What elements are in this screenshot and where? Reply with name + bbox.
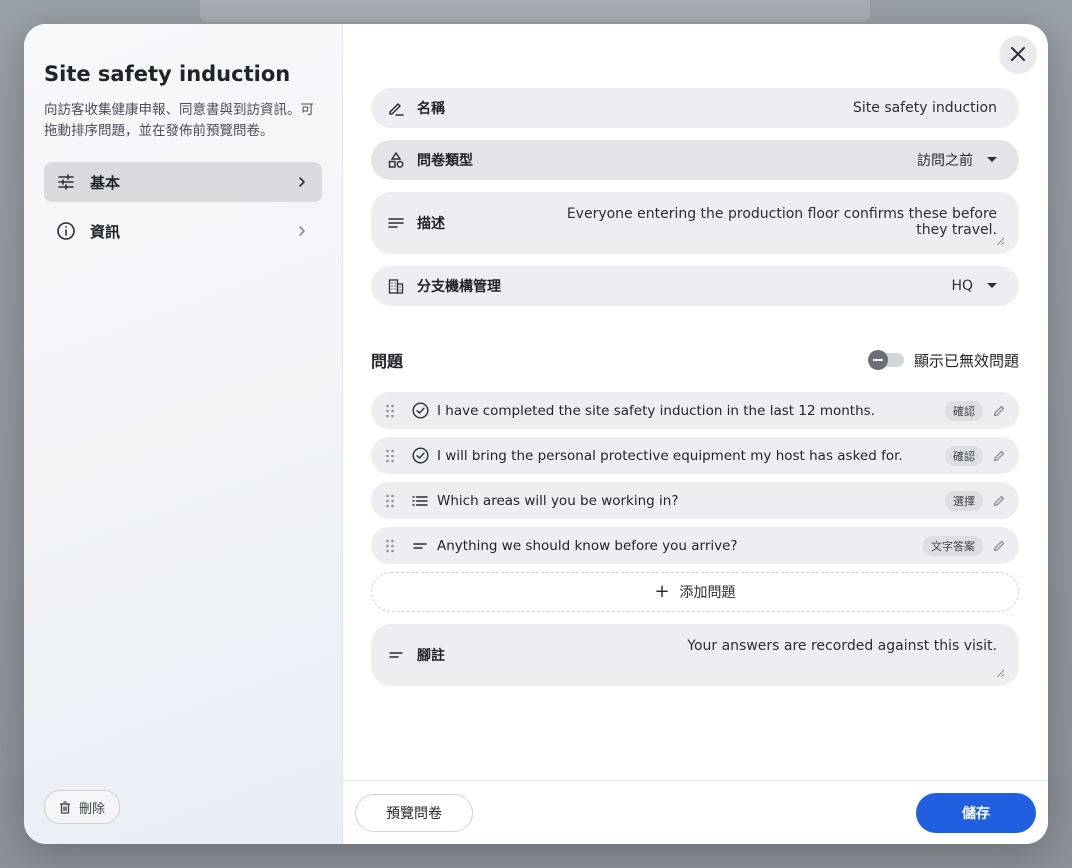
show-inactive-toggle[interactable] (867, 350, 904, 370)
question-text: I will bring the personal protective equ… (437, 447, 903, 464)
question-text: Which areas will you be working in? (437, 492, 679, 509)
survey-type-select[interactable]: 問卷類型 訪問之前 (371, 140, 1019, 180)
pencil-icon[interactable] (993, 450, 1007, 462)
pencil-icon[interactable] (993, 405, 1007, 417)
shapes-icon (387, 151, 405, 169)
info-icon (56, 221, 76, 241)
survey-type-label: 問卷類型 (417, 153, 473, 169)
description-field[interactable]: 描述 Everyone entering the production floo… (371, 192, 1019, 254)
sidebar-item-label: 資訊 (90, 222, 121, 241)
name-field[interactable]: 名稱 Site safety induction (371, 88, 1019, 128)
resize-handle-icon[interactable] (996, 237, 1005, 246)
form-editor-modal: Site safety induction 向訪客收集健康申報、同意書與到訪資訊… (24, 24, 1048, 844)
modal-sidebar: Site safety induction 向訪客收集健康申報、同意書與到訪資訊… (24, 24, 343, 844)
question-type-badge: 選擇 (945, 490, 983, 511)
description-text: Everyone entering the production floor c… (566, 206, 997, 238)
delete-button[interactable]: 刪除 (44, 790, 121, 824)
question-row[interactable]: Anything we should know before you arriv… (371, 527, 1019, 564)
drag-handle-icon[interactable] (385, 404, 399, 418)
drag-handle-icon[interactable] (385, 494, 399, 508)
building-icon (387, 277, 405, 295)
add-question-button[interactable]: + 添加問題 (371, 572, 1019, 612)
trash-icon (59, 800, 71, 814)
question-type-badge: 文字答案 (923, 535, 983, 556)
close-button[interactable] (1000, 36, 1036, 72)
sliders-icon (56, 172, 76, 192)
show-inactive-toggle-group: 顯示已無效問題 (867, 350, 1019, 371)
question-type-badge: 確認 (945, 445, 983, 466)
pencil-icon[interactable] (993, 540, 1007, 552)
save-button[interactable]: 儲存 (916, 792, 1036, 833)
add-question-label: 添加問題 (679, 585, 736, 601)
questions-header: 問題 顯示已無效問題 (371, 348, 1019, 372)
survey-type-value: 訪問之前 (917, 153, 973, 169)
question-row[interactable]: I have completed the site safety inducti… (371, 392, 1019, 429)
caret-down-icon (987, 157, 997, 163)
check-circle-icon (411, 402, 429, 420)
footnote-value[interactable]: Your answers are recorded against this v… (557, 624, 1005, 686)
description-value[interactable]: Everyone entering the production floor c… (557, 192, 1005, 254)
background-header (200, 0, 870, 22)
plus-icon: + (654, 581, 670, 602)
branch-value: HQ (951, 278, 973, 294)
question-text: I have completed the site safety inducti… (437, 402, 875, 419)
paragraph-icon (387, 214, 405, 232)
drag-handle-icon[interactable] (385, 539, 399, 553)
modal-footer: 預覽問卷 儲存 (343, 780, 1048, 844)
question-row[interactable]: Which areas will you be working in? 選擇 (371, 482, 1019, 519)
toggle-knob (867, 350, 888, 370)
footnote-text: Your answers are recorded against this v… (687, 638, 997, 654)
list-icon (411, 492, 429, 510)
chevron-right-icon (294, 174, 310, 190)
footnote-label: 腳註 (417, 648, 445, 664)
question-row[interactable]: I will bring the personal protective equ… (371, 437, 1019, 474)
close-icon (1011, 47, 1025, 61)
question-text: Anything we should know before you arriv… (437, 537, 738, 554)
question-type-badge: 確認 (945, 400, 983, 421)
show-inactive-label: 顯示已無效問題 (913, 351, 1019, 370)
caret-down-icon (987, 283, 997, 289)
description-label: 描述 (417, 216, 445, 232)
chevron-right-icon (294, 223, 310, 239)
resize-handle-icon[interactable] (996, 669, 1005, 678)
sidebar-item-basic[interactable]: 基本 (44, 162, 322, 202)
footnote-field[interactable]: 腳註 Your answers are recorded against thi… (371, 624, 1019, 686)
pencil-icon[interactable] (993, 495, 1007, 507)
branch-select[interactable]: 分支機構管理 HQ (371, 266, 1019, 306)
check-circle-icon (411, 447, 429, 465)
short-text-icon (387, 646, 405, 664)
edit-pen-icon (387, 99, 405, 117)
name-label: 名稱 (417, 101, 445, 117)
sidebar-item-label: 基本 (90, 173, 121, 192)
sidebar-item-info[interactable]: 資訊 (44, 211, 322, 251)
name-value[interactable]: Site safety induction (557, 100, 997, 116)
questions-title: 問題 (371, 352, 404, 371)
sidebar-title: Site safety induction (44, 62, 291, 86)
preview-survey-button[interactable]: 預覽問卷 (355, 793, 473, 832)
branch-label: 分支機構管理 (417, 279, 501, 295)
modal-main: 名稱 Site safety induction 問卷類型 訪問之前 描述 Ev… (343, 24, 1048, 844)
sidebar-description: 向訪客收集健康申報、同意書與到訪資訊。可拖動排序問題，並在發佈前預覽問卷。 (44, 102, 314, 139)
drag-handle-icon[interactable] (385, 449, 399, 463)
short-text-icon (411, 537, 429, 555)
delete-label: 刪除 (79, 801, 106, 817)
form-content: 名稱 Site safety induction 問卷類型 訪問之前 描述 Ev… (371, 88, 1019, 698)
